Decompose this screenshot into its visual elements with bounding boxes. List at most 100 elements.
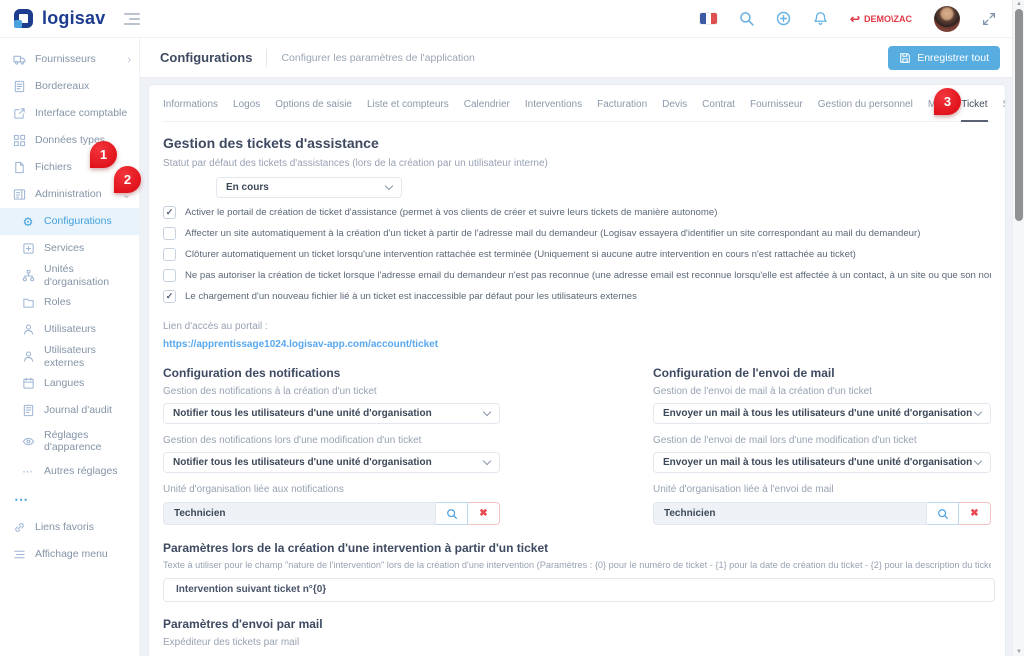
checkbox-email-reconnue[interactable] bbox=[163, 269, 176, 282]
sidebar-item-bordereaux[interactable]: Bordereaux bbox=[0, 73, 139, 100]
sidebar-item-unites-organisation[interactable]: Unités d'organisation bbox=[0, 262, 139, 289]
tab-liste-et-compteurs[interactable]: Liste et compteurs bbox=[367, 99, 449, 122]
checkbox-row-fichier-inaccessible: ✓ Le chargement d'un nouveau fichier lié… bbox=[163, 290, 991, 303]
sidebar-item-fournisseurs[interactable]: Fournisseurs › bbox=[0, 46, 139, 73]
checkbox-label: Affecter un site automatiquement à la cr… bbox=[185, 227, 920, 240]
expand-icon[interactable] bbox=[982, 12, 996, 26]
tab-logos[interactable]: Logos bbox=[233, 99, 260, 122]
sidebar-item-journal-audit[interactable]: Journal d'audit bbox=[0, 397, 139, 424]
tab-gestion-du-personnel[interactable]: Gestion du personnel bbox=[818, 99, 913, 122]
scrollbar-thumb[interactable] bbox=[1015, 9, 1023, 221]
sidebar-item-langues[interactable]: Langues bbox=[0, 370, 139, 397]
section-title-tickets: Gestion des tickets d'assistance bbox=[163, 135, 991, 151]
folder-icon bbox=[21, 296, 35, 309]
sidebar-item-label: Journal d'audit bbox=[44, 404, 131, 416]
sidebar-item-affichage-menu[interactable]: Affichage menu bbox=[0, 541, 139, 568]
app-window: logisav ↩ DEMO\ZAC bbox=[0, 0, 1024, 656]
sidebar-item-liens-favoris[interactable]: Liens favoris bbox=[0, 514, 139, 541]
search-icon bbox=[937, 508, 949, 520]
tab-devis[interactable]: Devis bbox=[662, 99, 687, 122]
mail-create-value: Envoyer un mail à tous les utilisateurs … bbox=[663, 408, 972, 419]
main-content: Configurations Configurer les paramètres… bbox=[140, 38, 1012, 656]
sidebar-item-donnees-types[interactable]: Données types bbox=[0, 127, 139, 154]
menu-list-icon bbox=[12, 548, 26, 561]
notif-unit-search-button[interactable] bbox=[436, 502, 468, 525]
org-chart-icon bbox=[21, 269, 35, 282]
tab-options-de-saisie[interactable]: Options de saisie bbox=[275, 99, 352, 122]
configuration-card: Informations Logos Options de saisie Lis… bbox=[148, 84, 1006, 656]
tab-contrat[interactable]: Contrat bbox=[702, 99, 735, 122]
checkbox-row-email-reconnue: Ne pas autoriser la création de ticket l… bbox=[163, 269, 991, 282]
sidebar: Fournisseurs › Bordereaux Interface comp… bbox=[0, 38, 140, 656]
mail-create-select[interactable]: Envoyer un mail à tous les utilisateurs … bbox=[653, 403, 991, 424]
tab-calendrier[interactable]: Calendrier bbox=[464, 99, 510, 122]
tab-sms[interactable]: SMS bbox=[1003, 99, 1006, 122]
ellipsis-icon: ⋯ bbox=[21, 466, 35, 478]
checkbox-row-site-auto: Affecter un site automatiquement à la cr… bbox=[163, 227, 991, 240]
sender-label: Expéditeur des tickets par mail bbox=[163, 635, 991, 650]
search-icon[interactable] bbox=[739, 11, 754, 26]
sidebar-item-label: Administration bbox=[35, 188, 113, 200]
sidebar-item-reglages-apparence[interactable]: Réglages d'apparence bbox=[0, 424, 139, 458]
tab-fournisseur[interactable]: Fournisseur bbox=[750, 99, 803, 122]
sidebar-item-label: Bordereaux bbox=[35, 80, 131, 92]
sidebar-item-roles[interactable]: Roles bbox=[0, 289, 139, 316]
bell-icon[interactable] bbox=[813, 11, 828, 26]
checkbox-row-portal: ✓ Activer le portail de création de tick… bbox=[163, 206, 991, 219]
mail-update-value: Envoyer un mail à tous les utilisateurs … bbox=[663, 457, 972, 468]
chevron-down-icon bbox=[483, 408, 491, 416]
annotation-marker-1: 1 bbox=[90, 141, 117, 168]
menu-toggle-icon[interactable] bbox=[124, 13, 140, 25]
config-tabs: Informations Logos Options de saisie Lis… bbox=[163, 85, 991, 122]
portal-link[interactable]: https://apprentissage1024.logisav-app.co… bbox=[163, 339, 438, 350]
sidebar-item-services[interactable]: Services bbox=[0, 235, 139, 262]
sidebar-item-label: Unités d'organisation bbox=[44, 263, 131, 287]
sidebar-item-interface-comptable[interactable]: Interface comptable bbox=[0, 100, 139, 127]
plus-circle-icon[interactable] bbox=[776, 11, 791, 26]
tab-interventions[interactable]: Interventions bbox=[525, 99, 582, 122]
status-default-select[interactable]: En cours bbox=[216, 177, 402, 198]
save-all-button[interactable]: Enregistrer tout bbox=[888, 46, 1000, 70]
annotation-marker-3: 3 bbox=[934, 88, 961, 115]
truck-icon bbox=[12, 53, 26, 66]
mail-unit-input[interactable] bbox=[653, 502, 927, 525]
notif-unit-input[interactable] bbox=[163, 502, 436, 525]
sidebar-item-label: Affichage menu bbox=[35, 548, 131, 560]
checkbox-fichier-inaccessible[interactable]: ✓ bbox=[163, 290, 176, 303]
mail-unit-search-button[interactable] bbox=[927, 502, 959, 525]
vertical-scrollbar[interactable]: ▲ ▼ bbox=[1012, 0, 1024, 656]
mail-create-label: Gestion de l'envoi de mail à la création… bbox=[653, 384, 991, 399]
mail-send-section-title: Paramètres d'envoi par mail bbox=[163, 617, 991, 631]
intervention-text-input[interactable] bbox=[163, 578, 995, 602]
sidebar-item-utilisateurs-externes[interactable]: Utilisateurs externes bbox=[0, 343, 139, 370]
sidebar-item-label: Réglages d'apparence bbox=[44, 429, 131, 453]
notif-unit-clear-button[interactable]: ✖ bbox=[468, 502, 500, 525]
notif-update-label: Gestion des notifications lors d'une mod… bbox=[163, 433, 500, 448]
chevron-down-icon bbox=[483, 457, 491, 465]
sidebar-item-utilisateurs[interactable]: Utilisateurs bbox=[0, 316, 139, 343]
mail-update-select[interactable]: Envoyer un mail à tous les utilisateurs … bbox=[653, 452, 991, 473]
chevron-down-icon bbox=[974, 457, 982, 465]
checkbox-portal[interactable]: ✓ bbox=[163, 206, 176, 219]
checkbox-label: Ne pas autoriser la création de ticket l… bbox=[185, 269, 991, 282]
current-user[interactable]: ↩ DEMO\ZAC bbox=[850, 13, 912, 25]
status-default-value: En cours bbox=[226, 182, 269, 193]
tab-ticket[interactable]: Ticket bbox=[961, 99, 987, 122]
french-flag-icon[interactable] bbox=[700, 13, 717, 24]
sidebar-item-autres-reglages[interactable]: ⋯ Autres réglages bbox=[0, 458, 139, 485]
notif-create-select[interactable]: Notifier tous les utilisateurs d'une uni… bbox=[163, 403, 500, 424]
more-sections-icon[interactable]: ⋯ bbox=[0, 485, 139, 514]
save-icon bbox=[899, 52, 911, 64]
scroll-down-arrow-icon[interactable]: ▼ bbox=[1013, 649, 1024, 655]
sidebar-item-configurations[interactable]: ⚙ Configurations bbox=[0, 208, 139, 235]
scroll-up-arrow-icon[interactable]: ▲ bbox=[1013, 1, 1024, 7]
checkbox-cloture-auto[interactable] bbox=[163, 248, 176, 261]
checkbox-site-auto[interactable] bbox=[163, 227, 176, 240]
notif-update-select[interactable]: Notifier tous les utilisateurs d'une uni… bbox=[163, 452, 500, 473]
divider bbox=[266, 49, 267, 67]
tab-informations[interactable]: Informations bbox=[163, 99, 218, 122]
sidebar-item-label: Interface comptable bbox=[35, 107, 131, 119]
tab-facturation[interactable]: Facturation bbox=[597, 99, 647, 122]
mail-unit-clear-button[interactable]: ✖ bbox=[959, 502, 991, 525]
avatar[interactable] bbox=[934, 6, 960, 32]
